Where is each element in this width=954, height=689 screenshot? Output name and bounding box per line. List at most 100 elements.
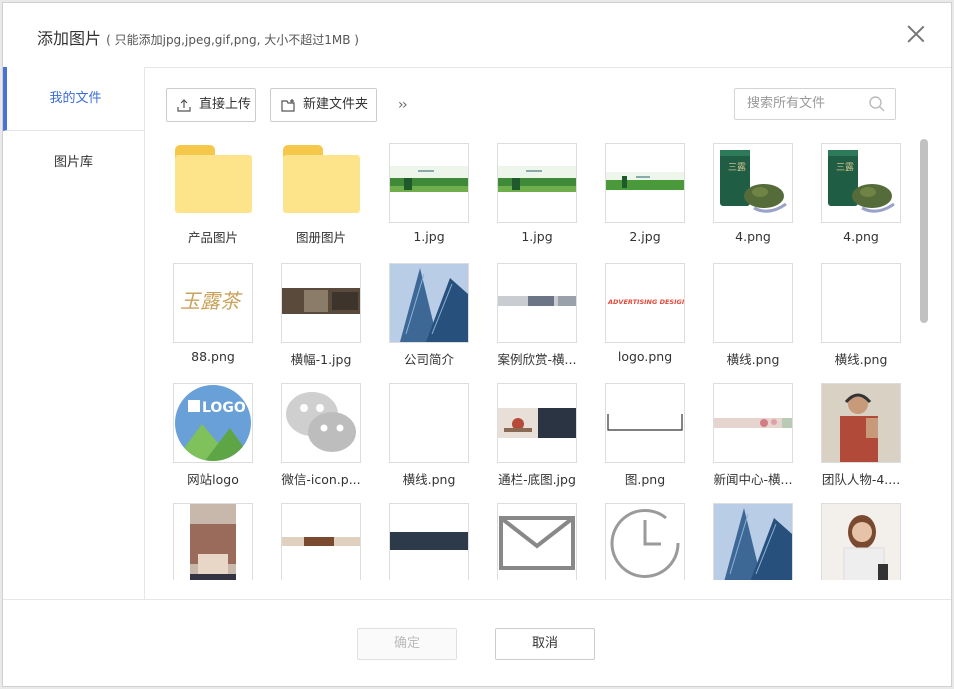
file-item[interactable]: 微信-icon.p... <box>281 383 361 488</box>
file-thumbnail <box>389 503 469 580</box>
file-thumbnail <box>497 143 577 223</box>
file-item[interactable] <box>605 503 685 580</box>
file-item[interactable]: 团队人物-4.... <box>821 383 901 488</box>
close-icon[interactable] <box>907 25 925 43</box>
file-name: 案例欣赏-横... <box>497 352 577 367</box>
svg-text:ADVERTISING DESIGN: ADVERTISING DESIGN <box>607 298 684 306</box>
file-item[interactable]: 三露 4.png <box>713 143 793 244</box>
file-thumbnail: 三露 <box>713 143 793 223</box>
upload-icon <box>177 99 191 112</box>
file-item[interactable]: 新闻中心-横... <box>713 383 793 488</box>
file-name: 网站logo <box>187 472 239 487</box>
new-folder-icon <box>281 99 295 112</box>
file-item[interactable]: 横幅-1.jpg <box>281 263 361 368</box>
file-item[interactable]: 横线.png <box>389 383 469 488</box>
file-item[interactable] <box>281 503 361 580</box>
file-thumbnail <box>497 263 577 343</box>
file-thumbnail: ADVERTISING DESIGN <box>605 263 685 343</box>
file-item[interactable]: LOGO 网站logo <box>173 383 253 488</box>
file-item[interactable]: 2.jpg <box>605 143 685 244</box>
dialog-header: 添加图片 ( 只能添加jpg,jpeg,gif,png, 大小不超过1MB ) <box>3 3 951 68</box>
dialog-title: 添加图片 ( 只能添加jpg,jpeg,gif,png, 大小不超过1MB ) <box>37 25 359 49</box>
folder-icon <box>173 143 252 221</box>
file-thumbnail <box>389 263 469 343</box>
file-item[interactable]: 图.png <box>605 383 685 488</box>
file-thumbnail <box>281 503 361 580</box>
more-chevron-icon[interactable]: › › <box>398 97 408 113</box>
file-thumbnail: LOGO <box>173 383 253 463</box>
svg-text:三露: 三露 <box>836 162 854 173</box>
folder-item[interactable]: 图册图片 <box>281 143 361 246</box>
file-name: 1.jpg <box>521 229 553 244</box>
file-item[interactable]: 横线.png <box>713 263 793 368</box>
file-thumbnail <box>605 503 685 580</box>
file-name: 横线.png <box>834 352 888 367</box>
svg-text:三露: 三露 <box>728 162 746 173</box>
sidebar-item-my-files[interactable]: 我的文件 <box>3 67 144 131</box>
file-name: 新闻中心-横... <box>713 472 793 487</box>
file-thumbnail <box>605 143 685 223</box>
file-item[interactable] <box>713 503 793 580</box>
file-thumbnail <box>713 503 793 580</box>
toolbar: 直接上传 新建文件夹 › › <box>166 88 951 122</box>
file-thumbnail <box>713 383 793 463</box>
file-thumbnail <box>281 383 361 463</box>
sidebar: 我的文件 图片库 <box>3 67 145 599</box>
search-box <box>734 88 896 120</box>
sidebar-item-image-library[interactable]: 图片库 <box>3 131 144 195</box>
file-thumbnail <box>821 503 901 580</box>
file-name: 1.jpg <box>413 229 445 244</box>
file-item[interactable]: ADVERTISING DESIGN logo.png <box>605 263 685 364</box>
file-thumbnail <box>497 383 577 463</box>
file-thumbnail <box>173 503 253 580</box>
file-name: logo.png <box>617 349 673 364</box>
search-input[interactable] <box>745 95 869 112</box>
file-item[interactable] <box>173 503 253 580</box>
file-thumbnail <box>605 383 685 463</box>
file-item[interactable]: 通栏-底图.jpg <box>497 383 577 488</box>
upload-button[interactable]: 直接上传 <box>166 88 256 122</box>
file-item[interactable]: 1.jpg <box>497 143 577 244</box>
svg-text:玉露茶: 玉露茶 <box>180 289 243 313</box>
dialog-footer: 确定 取消 <box>3 599 951 686</box>
file-thumbnail <box>713 263 793 343</box>
file-thumbnail: 三露 <box>821 143 901 223</box>
svg-text:LOGO: LOGO <box>202 400 246 416</box>
file-name: 横线.png <box>726 352 780 367</box>
file-name: 图.png <box>624 472 666 487</box>
file-name: 横线.png <box>402 472 456 487</box>
scrollbar[interactable] <box>920 139 928 589</box>
new-folder-button[interactable]: 新建文件夹 <box>270 88 377 122</box>
file-thumbnail <box>497 503 577 580</box>
file-item[interactable] <box>497 503 577 580</box>
file-item[interactable] <box>821 503 901 580</box>
file-name: 横幅-1.jpg <box>290 352 352 367</box>
confirm-button[interactable]: 确定 <box>357 628 457 660</box>
new-folder-label: 新建文件夹 <box>303 97 369 112</box>
folder-item[interactable]: 产品图片 <box>173 143 253 246</box>
file-name: 公司简介 <box>403 352 454 367</box>
file-item[interactable]: 案例欣赏-横... <box>497 263 577 368</box>
file-name: 88.png <box>191 349 235 364</box>
file-item[interactable]: 公司简介 <box>389 263 469 368</box>
file-thumbnail <box>821 383 901 463</box>
scrollbar-thumb[interactable] <box>920 139 928 323</box>
file-name: 4.png <box>735 229 771 244</box>
file-item[interactable] <box>389 503 469 580</box>
file-item[interactable]: 玉露茶 88.png <box>173 263 253 364</box>
folder-icon <box>281 143 360 221</box>
file-name: 产品图片 <box>187 230 238 245</box>
search-icon[interactable] <box>869 96 885 112</box>
file-item[interactable]: 1.jpg <box>389 143 469 244</box>
file-thumbnail <box>389 143 469 223</box>
file-item[interactable]: 横线.png <box>821 263 901 368</box>
file-name: 图册图片 <box>295 230 346 245</box>
file-item[interactable]: 三露 4.png <box>821 143 901 244</box>
file-thumbnail <box>821 263 901 343</box>
cancel-button[interactable]: 取消 <box>495 628 595 660</box>
file-thumbnail <box>281 263 361 343</box>
dialog-subtitle: ( 只能添加jpg,jpeg,gif,png, 大小不超过1MB ) <box>106 33 359 47</box>
file-name: 4.png <box>843 229 879 244</box>
file-name: 团队人物-4.... <box>821 472 901 487</box>
dialog-title-text: 添加图片 <box>37 29 102 48</box>
